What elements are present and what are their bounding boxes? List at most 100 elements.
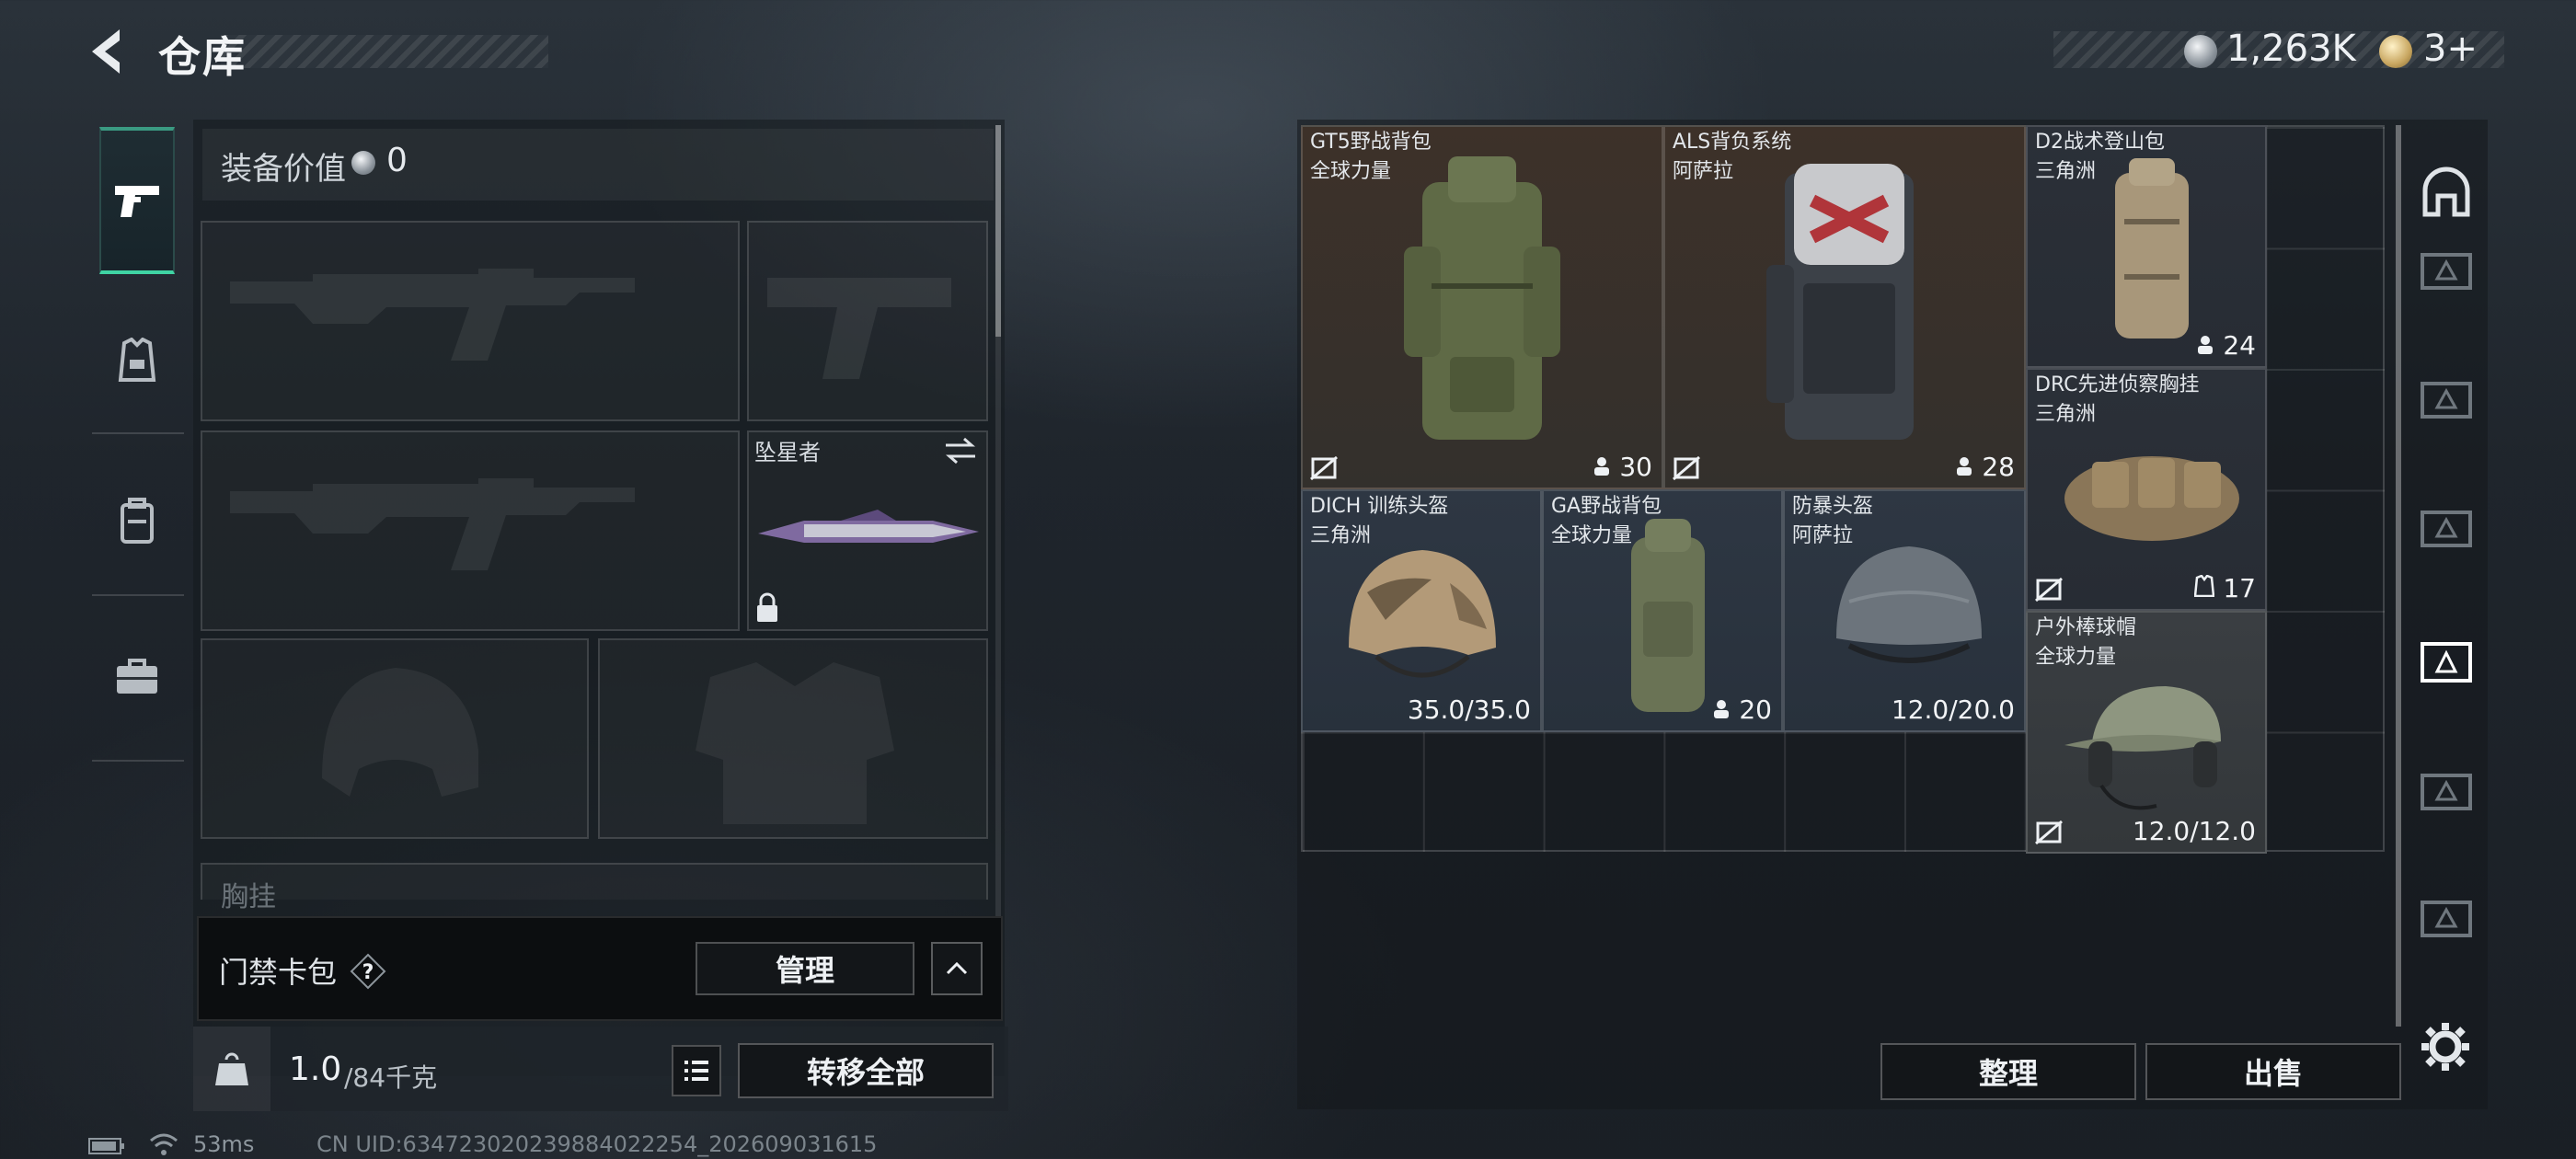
tab-backpack[interactable] [99, 447, 175, 594]
list-icon [684, 1061, 708, 1081]
help-icon[interactable]: ? [350, 953, 386, 990]
item-name: D2战术登山包 [2035, 131, 2165, 154]
item-source: 全球力量 [1551, 524, 1633, 547]
storage-page-icon [2421, 511, 2472, 547]
item-source: 三角洲 [1310, 524, 1372, 547]
capacity-person-icon [1957, 457, 1972, 476]
weight-current: 1.0 [289, 1050, 342, 1088]
item-capacity: 20 [1712, 694, 1772, 725]
capacity-person-icon [1714, 700, 1730, 718]
tidy-button[interactable]: 整理 [1880, 1043, 2136, 1100]
cap-image-icon [2064, 686, 2221, 810]
gold-amount[interactable]: 3+ [2423, 28, 2478, 70]
backpack-image-icon [1404, 156, 1560, 440]
pistol-icon [115, 186, 159, 217]
transfer-all-button[interactable]: 转移全部 [738, 1043, 994, 1098]
storage-overview-icon [2422, 166, 2470, 217]
storage-tab-4-active[interactable] [2407, 607, 2486, 717]
gear-icon [2421, 1023, 2469, 1071]
primary-weapon-slot-2[interactable] [201, 430, 740, 631]
storage-tab-1[interactable] [2407, 221, 2486, 322]
wifi-icon [147, 1131, 180, 1157]
chevron-left-icon [92, 29, 120, 74]
tab-case[interactable] [99, 603, 175, 751]
item-source: 阿萨拉 [1673, 160, 1734, 183]
equipment-value: 0 [386, 142, 408, 179]
lock-icon [754, 592, 780, 624]
pistol-slot[interactable] [747, 221, 988, 421]
backpack-icon [121, 498, 154, 544]
silver-amount: 1,263K [2226, 28, 2356, 70]
storage-item-riot-helmet[interactable]: 防暴头盔 阿萨拉 12.0/20.0 [1783, 489, 2026, 732]
storage-scrollbar[interactable] [2396, 125, 2401, 1027]
back-button[interactable] [85, 26, 131, 77]
sidebar-divider [92, 760, 184, 762]
no-sell-icon [2035, 820, 2063, 844]
no-sell-icon [1673, 456, 1700, 480]
manage-button[interactable]: 管理 [696, 942, 914, 995]
storage-item-dich-helmet[interactable]: DICH 训练头盔 三角洲 35.0/35.0 [1301, 489, 1542, 732]
storage-page-icon [2421, 774, 2472, 810]
item-source: 阿萨拉 [1792, 524, 1854, 547]
keycard-label: 门禁卡包 [219, 955, 338, 990]
body-armor-slot[interactable] [598, 638, 988, 839]
capacity-person-icon [1594, 457, 1610, 476]
pistol-silhouette-icon [767, 278, 951, 379]
storage-item-ga-backpack[interactable]: GA野战背包 全球力量 20 [1542, 489, 1783, 732]
silver-coin-icon [351, 151, 375, 175]
storage-item-baseball-cap[interactable]: 户外棒球帽 全球力量 12.0/12.0 [2026, 611, 2267, 854]
capacity-person-icon [2198, 336, 2214, 354]
item-name: DICH 训练头盔 [1310, 495, 1449, 518]
storage-item-drc-chest-rig[interactable]: DRC先进侦察胸挂 三角洲 17 [2026, 368, 2267, 611]
no-sell-icon [1310, 456, 1338, 480]
storage-item-gt5-backpack[interactable]: GT5野战背包 全球力量 30 [1301, 125, 1663, 489]
armor-silhouette-icon [696, 662, 894, 824]
helmet-slot[interactable] [201, 638, 589, 839]
collapse-button[interactable] [931, 942, 983, 995]
briefcase-icon [117, 659, 157, 694]
item-source: 三角洲 [2035, 403, 2097, 426]
swap-icon[interactable] [942, 436, 979, 465]
helmet-image-icon [1836, 546, 1982, 663]
backpack-image-icon [1766, 164, 1914, 440]
silver-coin-icon [2184, 35, 2217, 68]
storage-tab-2[interactable] [2407, 350, 2486, 451]
storage-page-icon [2421, 901, 2472, 937]
item-source: 三角洲 [2035, 160, 2097, 183]
list-view-button[interactable] [672, 1045, 721, 1096]
storage-item-d2-pack[interactable]: D2战术登山包 三角洲 24 [2026, 125, 2267, 368]
settings-button[interactable] [2420, 1021, 2471, 1073]
chest-rig-image-icon [2064, 456, 2239, 541]
storage-tab-3[interactable] [2407, 478, 2486, 580]
chest-rig-slot[interactable] [201, 863, 988, 900]
tab-armor[interactable] [99, 287, 175, 434]
vest-small-icon [2194, 574, 2215, 598]
equipment-scrollbar-thumb[interactable] [995, 125, 1001, 337]
primary-weapon-slot-1[interactable] [201, 221, 740, 421]
helmet-silhouette-icon [322, 668, 478, 797]
rifle-silhouette-icon [230, 478, 635, 570]
svg-text:?: ? [362, 961, 374, 984]
item-durability: 12.0/12.0 [2132, 816, 2256, 846]
backpack-image-icon [2115, 158, 2189, 339]
storage-item-als-carrier[interactable]: ALS背负系统 阿萨拉 28 [1663, 125, 2026, 489]
item-source: 全球力量 [2035, 646, 2117, 669]
item-durability: 35.0/35.0 [1407, 694, 1531, 725]
weight-icon-box [193, 1027, 270, 1111]
item-capacity: 24 [2196, 330, 2256, 361]
storage-page-icon [2421, 382, 2472, 419]
item-capacity: 30 [1593, 452, 1652, 482]
gold-coin-icon [2379, 35, 2412, 68]
rifle-silhouette-icon [230, 269, 635, 361]
sell-button[interactable]: 出售 [2145, 1043, 2401, 1100]
weight-max: /84千克 [344, 1062, 438, 1093]
storage-tab-6[interactable] [2407, 868, 2486, 970]
helmet-image-icon [1349, 550, 1496, 678]
item-capacity: 28 [1955, 452, 2015, 482]
tab-weapons[interactable] [99, 127, 175, 274]
storage-tab-5[interactable] [2407, 741, 2486, 843]
weight-icon [215, 1052, 248, 1085]
uid-text: CN UID:634723020239884022254_20260903161… [316, 1131, 878, 1157]
title-decoration [221, 35, 548, 68]
battery-icon [88, 1137, 125, 1155]
